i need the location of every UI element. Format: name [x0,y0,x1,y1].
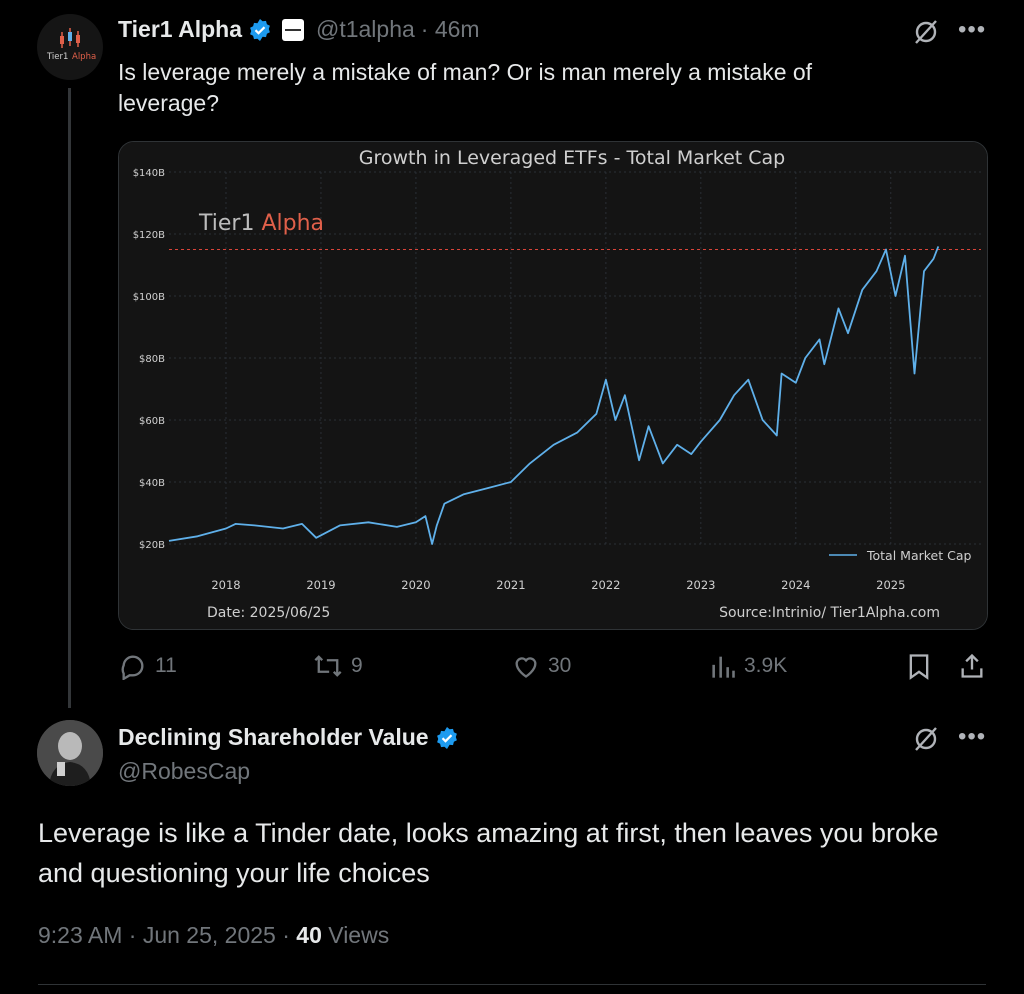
thread-line [68,88,71,708]
y-tick-label: $20B [139,540,165,551]
divider [38,984,986,985]
logo-text-alpha: Alpha [72,52,96,62]
repost-count: 9 [351,654,363,677]
views-count: 3.9K [744,654,788,677]
grok-icon[interactable] [912,725,940,753]
logo-text-tier1: Tier1 [46,52,68,62]
y-tick-label: $140B [133,168,165,179]
share-icon[interactable] [958,652,986,680]
reply-author-handle[interactable]: @RobesCap [118,758,250,785]
chart-title: Growth in Leveraged ETFs - Total Market … [359,147,785,169]
reply-meta: 9:23 AM · Jun 25, 2025 · 40 Views [38,922,389,949]
reply-text: Leverage is like a Tinder date, looks am… [38,818,939,888]
x-tick-label: 2023 [686,578,715,592]
watermark-alpha: Alpha [261,211,324,236]
chart-card[interactable]: Growth in Leveraged ETFs - Total Market … [118,141,988,630]
repost-button[interactable]: 9 [313,652,363,680]
tweet-text: Is leverage merely a mistake of man? Or … [118,59,813,116]
grok-icon[interactable] [912,18,940,46]
reply-author-avatar[interactable] [37,720,103,786]
y-tick-label: $100B [133,292,165,303]
x-tick-label: 2019 [306,578,335,592]
y-tick-label: $120B [133,230,165,241]
bookmark-icon[interactable] [906,652,932,680]
views-button[interactable]: 3.9K [710,652,787,680]
market-cap-chart: Growth in Leveraged ETFs - Total Market … [119,142,987,629]
x-tick-label: 2018 [211,578,240,592]
reply-icon [121,655,144,680]
x-tick-label: 2025 [876,578,905,592]
reply-button[interactable]: 11 [119,652,177,680]
chart-watermark: Tier1 Alpha [198,211,324,236]
legend-label: Total Market Cap [866,548,971,563]
more-options-icon[interactable]: ••• [958,16,986,44]
reply-views-count: 40 [296,922,322,948]
verified-badge-icon [436,726,457,749]
x-tick-label: 2022 [591,578,620,592]
y-tick-label: $40B [139,478,165,489]
author-name[interactable]: Tier1 Alpha [118,16,242,43]
heart-icon [515,657,537,678]
reply-views-label: Views [321,922,390,948]
reply-timestamp[interactable]: 9:23 AM · Jun 25, 2025 · [38,922,296,948]
x-tick-label: 2024 [781,578,810,592]
y-tick-label: $80B [139,354,165,365]
reply-count: 11 [155,654,177,677]
chart-source: Source:Intrinio/ Tier1Alpha.com [719,605,940,621]
repost-icon [314,655,342,677]
author-handle[interactable]: @t1alpha [316,16,415,43]
tier1-logo-icon: Tier1 Alpha [46,28,96,62]
like-button[interactable]: 30 [512,652,571,680]
person-photo-icon [37,720,103,786]
y-tick-label: $60B [139,416,165,427]
more-options-icon[interactable]: ••• [958,723,986,751]
chart-date-note: Date: 2025/06/25 [207,605,330,621]
x-tick-label: 2021 [496,578,525,592]
x-tick-label: 2020 [401,578,430,592]
verified-badge-icon [250,18,270,41]
author-avatar[interactable]: Tier1 Alpha [37,14,103,80]
affiliate-badge-icon[interactable] [281,18,304,41]
like-count: 30 [548,654,572,677]
watermark-tier1: Tier1 [198,211,261,236]
reply-author-name[interactable]: Declining Shareholder Value [118,724,429,751]
views-icon [712,656,735,678]
tweet-time[interactable]: · 46m [421,16,480,43]
